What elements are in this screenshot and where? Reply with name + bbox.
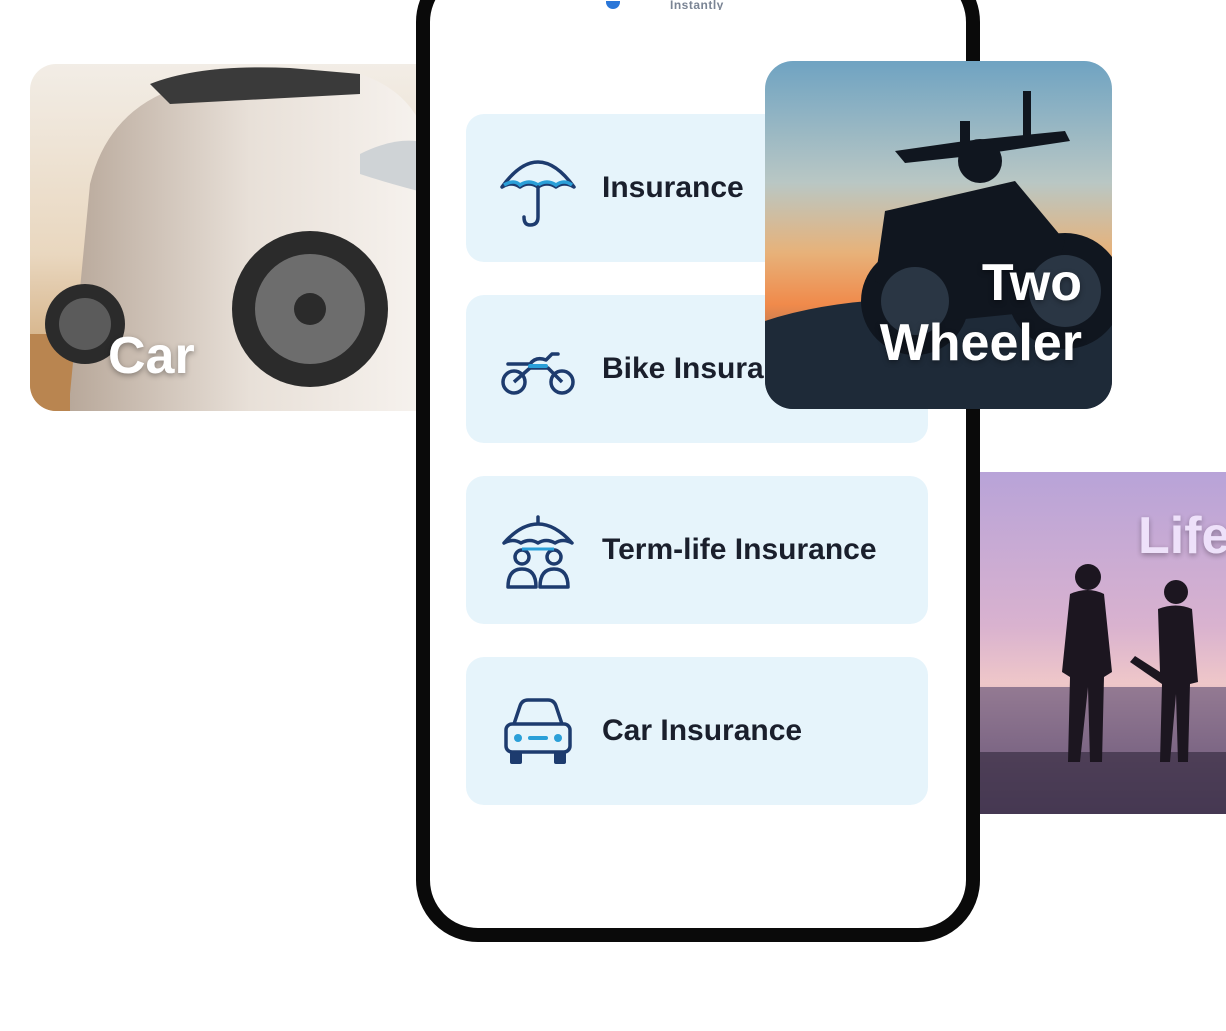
two-wheeler-caption: Two Wheeler: [880, 253, 1082, 373]
family-umbrella-icon: [500, 513, 576, 589]
life-caption: Life: [1138, 507, 1226, 565]
insurance-option-label: Bike Insura: [602, 352, 764, 385]
insurance-option-label: Insurance: [602, 171, 744, 204]
car-icon: [500, 694, 576, 770]
insurance-option-car[interactable]: Car Insurance: [466, 657, 928, 805]
insurance-option-term-life[interactable]: Term-life Insurance: [466, 476, 928, 624]
check-icon: [606, 1, 620, 9]
umbrella-icon: [500, 151, 576, 227]
two-wheeler-caption-line2: Wheeler: [879, 314, 1082, 372]
two-wheeler-caption-line1: Two: [981, 254, 1082, 312]
phone-top-text: Instantly: [670, 0, 724, 10]
life-photo-card[interactable]: Life: [980, 472, 1226, 814]
car-photo: [30, 64, 430, 411]
two-wheeler-photo-card[interactable]: Two Wheeler: [765, 61, 1112, 409]
car-photo-card[interactable]: Car: [30, 64, 430, 411]
car-caption: Car: [108, 327, 195, 385]
insurance-option-label: Car Insurance: [602, 714, 803, 747]
motorcycle-icon: [500, 332, 576, 408]
insurance-option-label: Term-life Insurance: [602, 533, 877, 566]
